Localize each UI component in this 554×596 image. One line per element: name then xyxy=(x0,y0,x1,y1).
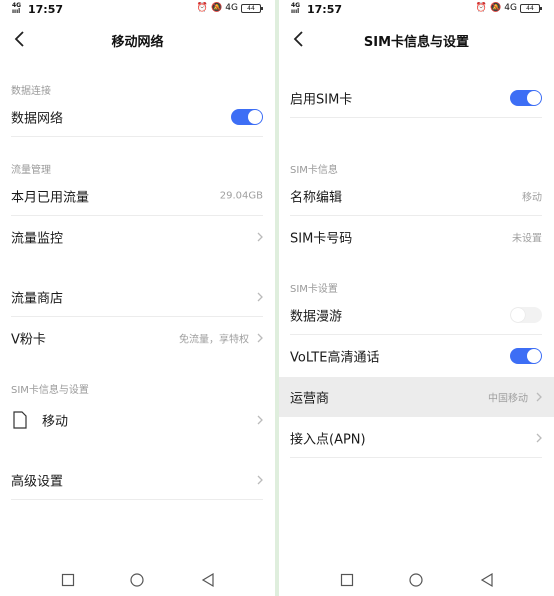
enable-sim-label: 启用SIM卡 xyxy=(290,92,353,108)
name-edit-row[interactable]: 名称编辑 移动 xyxy=(279,176,554,216)
section-header-sim-settings: SIM卡设置 xyxy=(290,284,338,295)
separator xyxy=(290,117,542,118)
advanced-settings-label: 高级设置 xyxy=(11,474,64,490)
sim-carrier-label: 移动 xyxy=(42,414,69,430)
carrier-value: 中国移动 xyxy=(488,393,528,405)
separator xyxy=(11,215,263,216)
volte-toggle[interactable] xyxy=(510,348,542,364)
sim-card-icon xyxy=(13,411,27,429)
silent-icon: 🔕 xyxy=(211,3,223,13)
data-network-row[interactable]: 数据网络 xyxy=(0,97,275,137)
chevron-right-icon xyxy=(257,415,263,425)
square-icon[interactable] xyxy=(60,572,76,588)
navigation-bar xyxy=(279,566,554,596)
roaming-toggle[interactable] xyxy=(510,307,542,323)
name-edit-label: 名称编辑 xyxy=(290,190,343,206)
network-type: 4G xyxy=(225,3,238,13)
battery-icon: 44 xyxy=(241,3,263,13)
chevron-right-icon xyxy=(257,475,263,485)
apn-row[interactable]: 接入点(APN) xyxy=(279,418,554,458)
signal-icon: 4G ıııl xyxy=(12,2,22,15)
status-time: 17:57 xyxy=(28,3,64,16)
sim-number-row[interactable]: SIM卡号码 未设置 xyxy=(279,217,554,257)
carrier-label: 运营商 xyxy=(290,391,330,407)
monthly-usage-label: 本月已用流量 xyxy=(11,190,90,206)
roaming-row[interactable]: 数据漫游 xyxy=(279,295,554,335)
alarm-icon: ⏰ xyxy=(196,3,209,13)
page-title: SIM卡信息与设置 xyxy=(363,35,470,50)
traffic-monitor-row[interactable]: 流量监控 xyxy=(0,217,275,257)
triangle-back-icon[interactable] xyxy=(200,572,216,588)
volte-row[interactable]: VoLTE高清通话 xyxy=(279,336,554,376)
separator xyxy=(290,334,542,335)
section-header-sim-info: SIM卡信息 xyxy=(290,165,338,176)
traffic-monitor-label: 流量监控 xyxy=(11,231,64,247)
enable-sim-row[interactable]: 启用SIM卡 xyxy=(279,78,554,118)
triangle-back-icon[interactable] xyxy=(479,572,495,588)
vcard-value: 免流量，享特权 xyxy=(179,334,249,346)
carrier-row[interactable]: 运营商 中国移动 xyxy=(279,377,554,417)
separator xyxy=(11,499,263,500)
toggle-knob xyxy=(527,91,541,105)
sim-number-label: SIM卡号码 xyxy=(290,231,353,247)
status-icons: ⏰ 🔕 4G 44 xyxy=(475,3,542,13)
toggle-knob xyxy=(527,349,541,363)
data-network-label: 数据网络 xyxy=(11,111,64,127)
vcard-label: V粉卡 xyxy=(11,332,46,348)
square-icon[interactable] xyxy=(339,572,355,588)
traffic-store-label: 流量商店 xyxy=(11,291,64,307)
separator xyxy=(11,136,263,137)
vcard-row[interactable]: V粉卡 免流量，享特权 xyxy=(0,318,275,358)
circle-icon[interactable] xyxy=(129,572,145,588)
advanced-settings-row[interactable]: 高级设置 xyxy=(0,460,275,500)
separator xyxy=(290,457,542,458)
navigation-bar xyxy=(0,566,275,596)
sim-carrier-row[interactable]: 移动 xyxy=(0,398,275,442)
sim-number-value: 未设置 xyxy=(512,233,542,245)
toggle-knob xyxy=(248,110,262,124)
network-type: 4G xyxy=(504,3,517,13)
silent-icon: 🔕 xyxy=(490,3,502,13)
page-title: 移动网络 xyxy=(111,35,164,50)
status-bar: 4G ıııl 17:57 ⏰ 🔕 4G 44 xyxy=(0,0,275,20)
separator xyxy=(11,316,263,317)
section-header-sim-info: SIM卡信息与设置 xyxy=(11,385,89,396)
mobile-network-screen: 4G ıııl 17:57 ⏰ 🔕 4G 44 移动网络 数据连接 数据网络 流量… xyxy=(0,0,275,596)
chevron-right-icon xyxy=(257,292,263,302)
enable-sim-toggle[interactable] xyxy=(510,90,542,106)
circle-icon[interactable] xyxy=(408,572,424,588)
title-bar: 移动网络 xyxy=(0,26,275,56)
monthly-usage-value: 29.04GB xyxy=(219,190,263,202)
sim-settings-screen: 4G ıııl 17:57 ⏰ 🔕 4G 44 SIM卡信息与设置 启用SIM卡 … xyxy=(279,0,554,596)
alarm-icon: ⏰ xyxy=(475,3,488,13)
status-time: 17:57 xyxy=(307,3,343,16)
chevron-right-icon xyxy=(257,333,263,343)
traffic-store-row[interactable]: 流量商店 xyxy=(0,277,275,317)
data-network-toggle[interactable] xyxy=(231,109,263,125)
signal-label: 4G xyxy=(291,2,301,9)
status-bar: 4G ıııl 17:57 ⏰ 🔕 4G 44 xyxy=(279,0,554,20)
battery-icon: 44 xyxy=(520,3,542,13)
title-bar: SIM卡信息与设置 xyxy=(279,26,554,56)
separator xyxy=(290,215,542,216)
toggle-knob xyxy=(511,308,525,322)
name-edit-value: 移动 xyxy=(522,192,542,204)
chevron-right-icon xyxy=(257,232,263,242)
roaming-label: 数据漫游 xyxy=(290,309,343,325)
section-header-traffic-management: 流量管理 xyxy=(11,165,51,176)
section-header-data-connection: 数据连接 xyxy=(11,86,51,97)
signal-icon: 4G ıııl xyxy=(291,2,301,15)
signal-label: 4G xyxy=(12,2,22,9)
chevron-right-icon xyxy=(536,392,542,402)
apn-label: 接入点(APN) xyxy=(290,432,366,448)
chevron-right-icon xyxy=(536,433,542,443)
volte-label: VoLTE高清通话 xyxy=(290,350,380,366)
status-icons: ⏰ 🔕 4G 44 xyxy=(196,3,263,13)
monthly-usage-row[interactable]: 本月已用流量 29.04GB xyxy=(0,176,275,216)
